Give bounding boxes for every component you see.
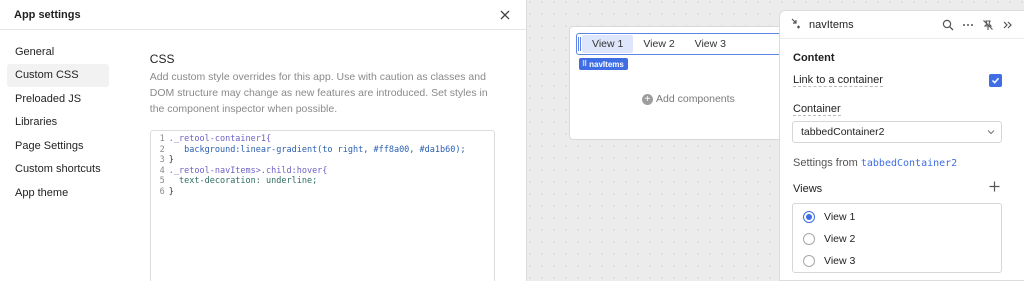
- collapse-panel-icon[interactable]: [998, 15, 1018, 35]
- close-button[interactable]: [498, 8, 512, 22]
- chevron-down-icon: [987, 130, 995, 135]
- settings-nav: General Custom CSS Preloaded JS Librarie…: [0, 30, 117, 281]
- component-name-tag[interactable]: ⠿ navItems: [579, 58, 628, 70]
- container-label: Container: [793, 103, 841, 116]
- inspector-title[interactable]: navItems: [809, 19, 938, 31]
- modal-title: App settings: [14, 8, 81, 21]
- nav-item-custom-shortcuts[interactable]: Custom shortcuts: [7, 158, 109, 182]
- inspector-panel: navItems Content Link to a container Con…: [779, 10, 1024, 281]
- settings-from-text: Settings from tabbedContainer2: [793, 157, 958, 169]
- plus-circle-icon: +: [642, 93, 653, 105]
- more-icon[interactable]: [958, 15, 978, 35]
- view-option-1[interactable]: View 1: [793, 206, 1001, 228]
- nav-tabs-component[interactable]: View 1 View 2 View 3: [576, 33, 784, 55]
- code-line: 3}: [159, 155, 174, 165]
- nav-item-preloaded-js[interactable]: Preloaded JS: [7, 87, 109, 111]
- container-select[interactable]: tabbedContainer2: [792, 121, 1002, 143]
- view-option-3[interactable]: View 3: [793, 250, 1001, 272]
- tab-view-1[interactable]: View 1: [582, 35, 634, 53]
- section-description: Add custom style overrides for this app.…: [149, 71, 488, 115]
- check-icon: [991, 77, 1000, 84]
- add-components-button[interactable]: + Add components: [642, 93, 735, 105]
- nav-item-app-theme[interactable]: App theme: [7, 181, 109, 205]
- css-content: CSS Add custom style overrides for this …: [117, 30, 526, 281]
- nav-item-custom-css[interactable]: Custom CSS: [7, 63, 109, 87]
- views-label: Views: [793, 183, 823, 195]
- plus-icon: [989, 181, 1000, 192]
- unpin-icon[interactable]: [978, 15, 998, 35]
- link-to-container-checkbox[interactable]: [989, 74, 1002, 87]
- inspector-header: navItems: [780, 11, 1024, 39]
- tab-view-2[interactable]: View 2: [633, 35, 684, 53]
- search-icon[interactable]: [938, 15, 958, 35]
- code-line: 4 ._retool-navItems>.child:hover{: [159, 165, 328, 176]
- css-code-editor[interactable]: 1 ._retool-container1{ 2 background:linea…: [149, 130, 495, 281]
- radio-selected[interactable]: [803, 211, 815, 223]
- radio-unselected[interactable]: [803, 233, 815, 245]
- code-line: 1 ._retool-container1{: [159, 134, 272, 144]
- app-settings-modal: App settings General Custom CSS Preloade…: [0, 0, 527, 281]
- content-section-title: Content: [793, 52, 835, 64]
- close-icon: [500, 10, 510, 19]
- component-type-icon: [790, 17, 802, 32]
- tab-view-3[interactable]: View 3: [685, 35, 736, 53]
- settings-from-link[interactable]: tabbedContainer2: [861, 158, 957, 169]
- code-line: 6}: [159, 186, 174, 197]
- code-line: 2 background:linear-gradient(to right, #…: [159, 144, 466, 155]
- nav-item-libraries[interactable]: Libraries: [7, 111, 109, 135]
- resize-handle[interactable]: [578, 37, 581, 51]
- section-title: CSS: [149, 52, 175, 66]
- code-line: 5 text-decoration: underline;: [159, 176, 318, 186]
- radio-unselected[interactable]: [803, 255, 815, 267]
- view-option-2[interactable]: View 2: [793, 228, 1001, 250]
- add-view-button[interactable]: [989, 180, 1000, 195]
- drag-grip-icon[interactable]: ⠿: [582, 60, 587, 68]
- views-list: View 1 View 2 View 3: [792, 203, 1002, 273]
- container-select-value: tabbedContainer2: [801, 126, 885, 138]
- nav-item-page-settings[interactable]: Page Settings: [7, 134, 109, 158]
- link-to-container-label: Link to a container: [793, 74, 883, 87]
- nav-item-general[interactable]: General: [7, 40, 109, 64]
- modal-header: App settings: [0, 0, 526, 30]
